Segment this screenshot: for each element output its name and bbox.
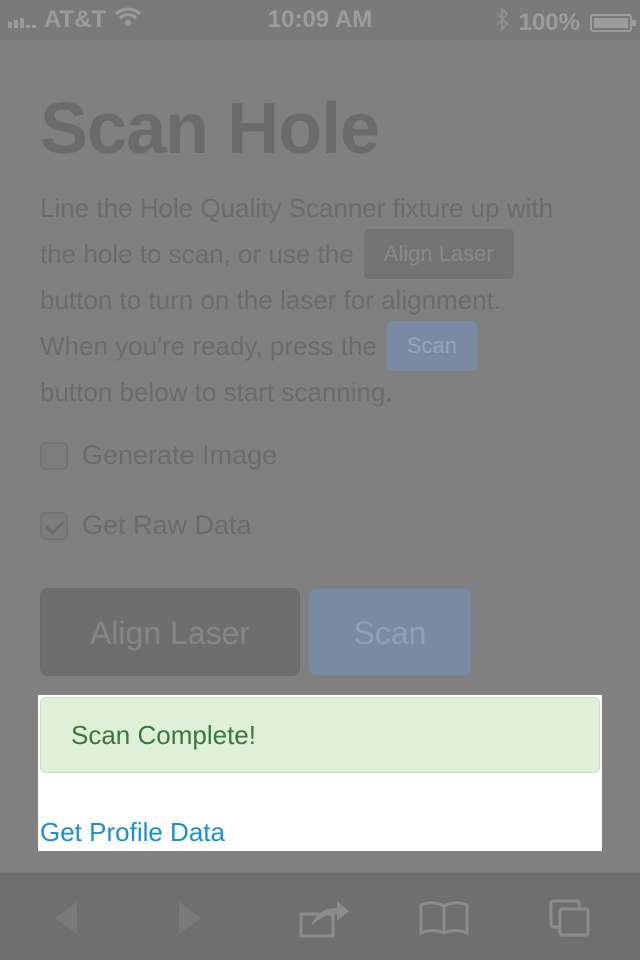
scan-complete-alert: Scan Complete! bbox=[40, 697, 600, 773]
scan-result-panel: Scan Complete! Get Profile Data bbox=[38, 695, 602, 851]
instructions-part3: button to turn on the laser for alignmen… bbox=[40, 285, 502, 315]
share-icon[interactable] bbox=[294, 893, 354, 943]
forward-icon[interactable] bbox=[160, 893, 220, 943]
battery-icon bbox=[590, 13, 636, 32]
generate-image-option[interactable]: Generate Image bbox=[40, 440, 277, 471]
battery-percent: 100% bbox=[518, 8, 580, 36]
get-raw-data-label: Get Raw Data bbox=[82, 510, 252, 540]
instructions-part4: When you're ready, press the bbox=[40, 331, 377, 361]
inline-scan-button[interactable]: Scan bbox=[386, 321, 478, 371]
page-title: Scan Hole bbox=[40, 89, 380, 169]
align-laser-button[interactable]: Align Laser bbox=[40, 588, 300, 676]
instructions-part2: the hole to scan, or use the bbox=[40, 239, 354, 269]
bookmarks-icon[interactable] bbox=[414, 893, 474, 943]
instructions-part5: button below to start scanning. bbox=[40, 377, 393, 407]
get-raw-data-checkbox[interactable] bbox=[40, 511, 68, 540]
get-raw-data-option[interactable]: Get Raw Data bbox=[40, 510, 252, 541]
instructions-part1: Line the Hole Quality Scanner fixture up… bbox=[40, 193, 554, 223]
status-bar: AT&T 10:09 AM 100% bbox=[0, 0, 640, 40]
scan-button[interactable]: Scan bbox=[308, 588, 472, 676]
get-profile-data-link[interactable]: Get Profile Data bbox=[40, 817, 225, 848]
tabs-icon[interactable] bbox=[540, 893, 600, 943]
instructions-text: Line the Hole Quality Scanner fixture up… bbox=[40, 185, 610, 415]
generate-image-checkbox[interactable] bbox=[40, 441, 68, 470]
bluetooth-icon bbox=[495, 6, 509, 39]
status-right-group: 100% bbox=[495, 6, 636, 39]
generate-image-label: Generate Image bbox=[82, 440, 278, 470]
back-icon[interactable] bbox=[36, 893, 96, 943]
inline-align-laser-button[interactable]: Align Laser bbox=[363, 229, 514, 279]
browser-toolbar bbox=[0, 872, 640, 960]
